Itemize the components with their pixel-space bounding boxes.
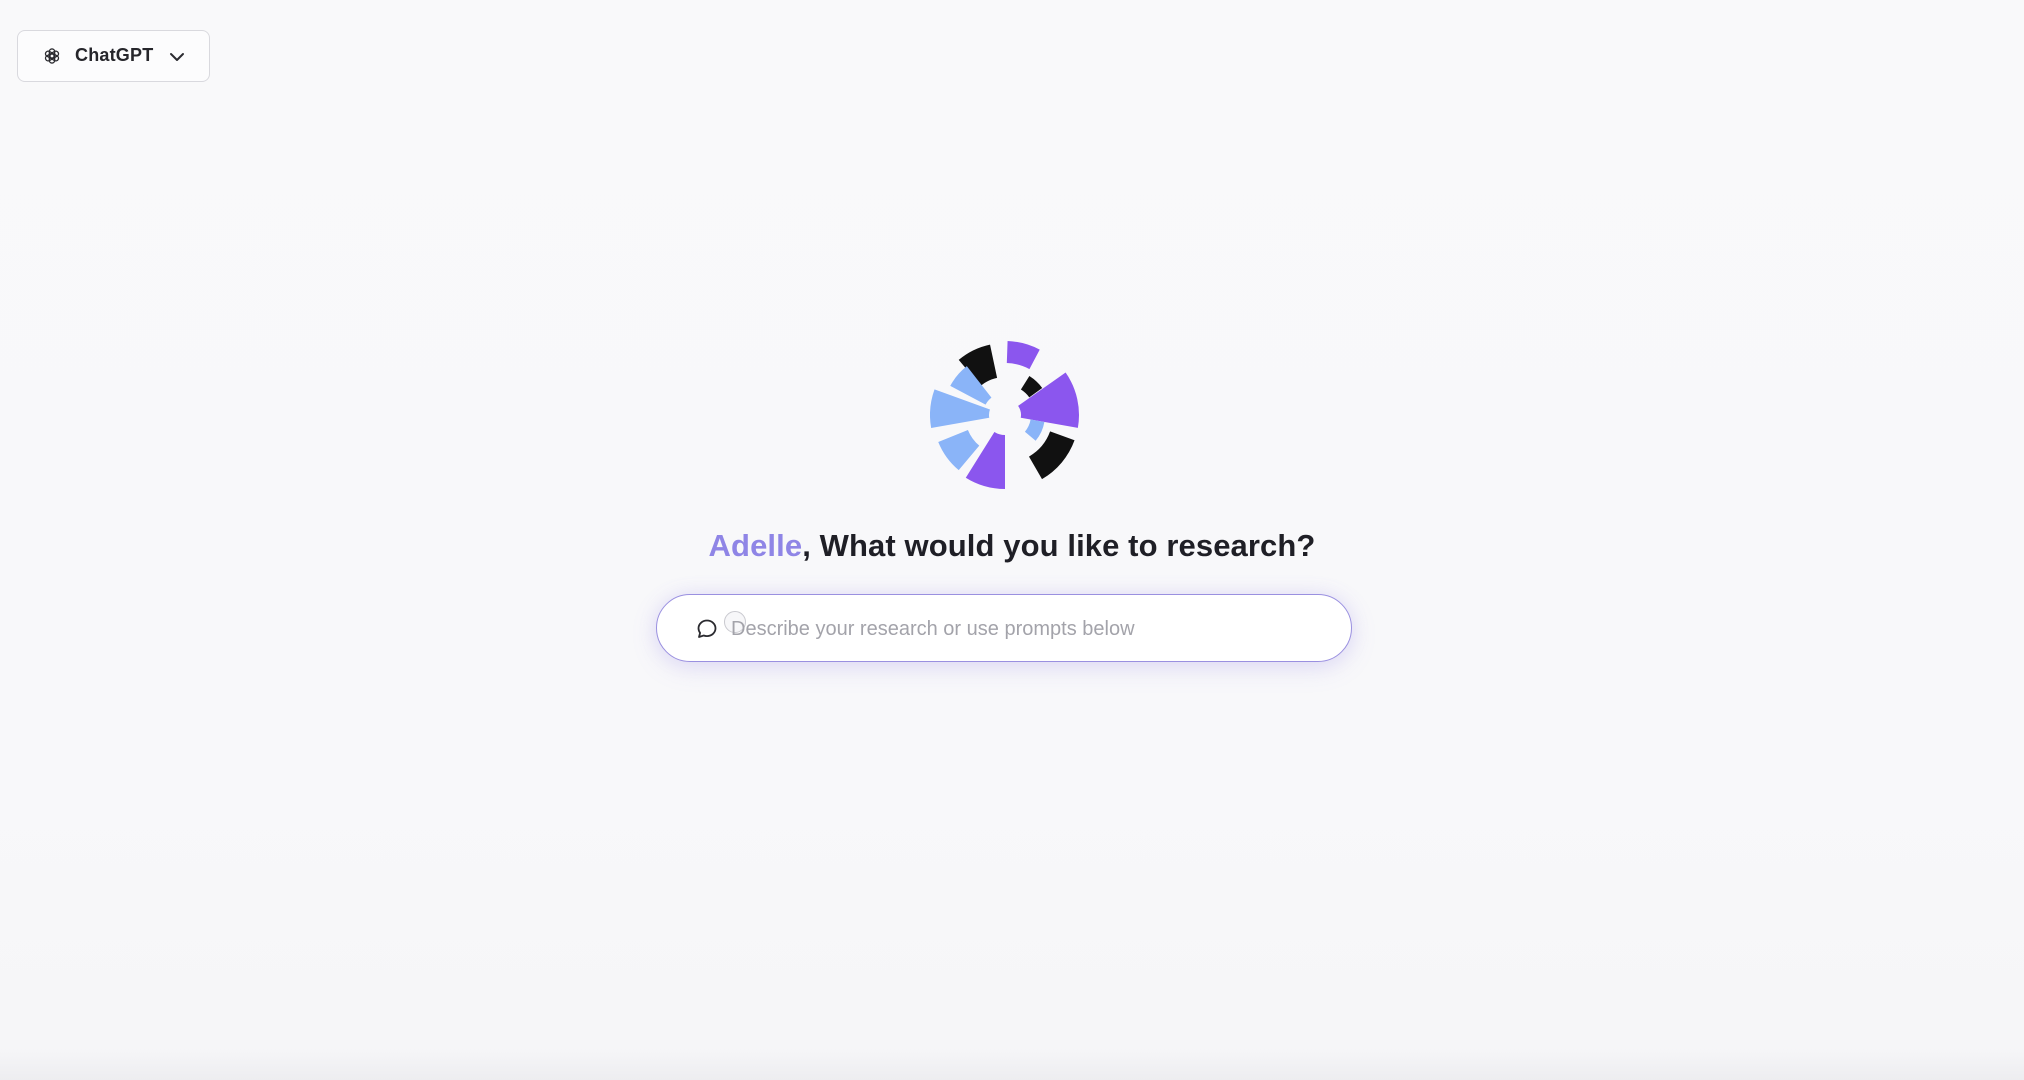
page-background: ChatGPT Adelle, What would you like to r…	[0, 0, 2024, 1080]
research-input[interactable]	[729, 609, 1313, 649]
logo-segment-inner-blue	[1024, 419, 1045, 441]
logo-segment-lower-left-blue	[938, 429, 980, 471]
research-search-box[interactable]	[656, 594, 1352, 662]
greeting-question: , What would you like to research?	[802, 528, 1316, 563]
chat-bubble-icon	[697, 619, 717, 638]
user-name: Adelle	[708, 528, 803, 563]
model-selector-label: ChatGPT	[75, 45, 154, 65]
model-selector-dropdown[interactable]: ChatGPT	[17, 30, 210, 82]
brand-pinwheel-logo	[930, 341, 1079, 489]
chevron-down-icon	[170, 53, 184, 61]
logo-segment-top-purple	[1006, 341, 1040, 370]
page-title: Adelle, What would you like to research?	[0, 528, 2024, 564]
openai-logo-icon	[44, 48, 60, 64]
